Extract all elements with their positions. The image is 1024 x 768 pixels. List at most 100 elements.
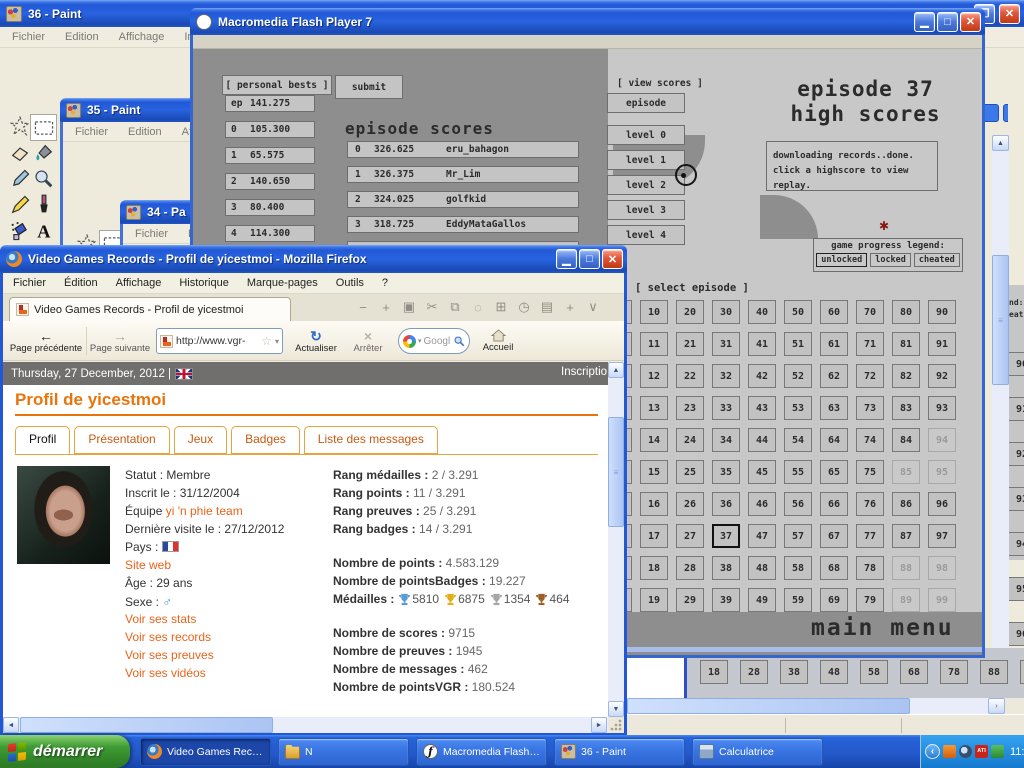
profile-link[interactable]: Voir ses preuves <box>125 648 214 662</box>
episode-cell-60[interactable]: 60 <box>820 300 848 324</box>
resize-grip[interactable] <box>608 717 624 733</box>
profile-link[interactable]: yi 'n phie team <box>166 504 243 518</box>
flash-maximize-button[interactable]: □ <box>937 12 958 32</box>
legend-button-locked[interactable]: locked <box>870 253 911 267</box>
menu-item-outils[interactable]: Outils <box>328 275 372 291</box>
episode-cell-15[interactable]: 15 <box>640 460 668 484</box>
episode-cell-38[interactable]: 38 <box>712 556 740 580</box>
episode-cell-46[interactable]: 46 <box>748 492 776 516</box>
start-button[interactable]: démarrer <box>0 735 130 768</box>
episode-cell-88[interactable]: 88 <box>892 556 920 580</box>
url-text[interactable]: http://www.vgr- <box>176 335 258 347</box>
menu-item-historique[interactable]: Historique <box>171 275 237 291</box>
episode-cell-58[interactable]: 58 <box>784 556 812 580</box>
profile-tab-profil[interactable]: Profil <box>15 426 70 454</box>
toolbar-icon-7[interactable]: ◷ <box>516 299 532 315</box>
episode-cell-64[interactable]: 64 <box>820 428 848 452</box>
episode-cell-12[interactable]: 12 <box>640 364 668 388</box>
profile-link[interactable]: Voir ses records <box>125 630 211 644</box>
personal-best-row[interactable]: 380.400 <box>225 199 315 216</box>
episode-cell-98[interactable]: 98 <box>928 556 956 580</box>
flash-minimize-button[interactable]: ▁ <box>914 12 935 32</box>
episode-cell-20[interactable]: 20 <box>676 300 704 324</box>
bookmark-star-icon[interactable]: ☆ <box>261 334 272 348</box>
episode-cell-32[interactable]: 32 <box>712 364 740 388</box>
episode-score-row[interactable]: 3318.725EddyMataGallos <box>347 216 579 233</box>
airbrush-tool-icon[interactable] <box>9 220 31 242</box>
taskbar-button-flash[interactable]: ƒMacromedia Flash ... <box>416 738 547 766</box>
menu-item-fichier[interactable]: Fichier <box>3 29 54 45</box>
episode-cell-91[interactable]: 91 <box>928 332 956 356</box>
flash-titlebar[interactable]: Macromedia Flash Player 7 ▁ □ ✕ <box>190 8 985 35</box>
toolbar-icon-0[interactable]: − <box>355 300 371 315</box>
episode-cell-25[interactable]: 25 <box>676 460 704 484</box>
episode-cell-70[interactable]: 70 <box>856 300 884 324</box>
episode-cell-40[interactable]: 40 <box>748 300 776 324</box>
search-bar[interactable]: ▾ Googl <box>398 328 470 354</box>
episode-cell-28[interactable]: 28 <box>676 556 704 580</box>
ff-scroll-left-icon[interactable]: ◄ <box>3 717 19 733</box>
episode-cell-79[interactable]: 79 <box>856 588 884 612</box>
episode-cell-48[interactable]: 48 <box>748 556 776 580</box>
ati-tray-icon[interactable]: ATI <box>975 745 988 758</box>
stop-button[interactable]: × Arrêter <box>346 323 390 359</box>
bg-episode-cell-38[interactable]: 38 <box>780 660 808 684</box>
menu-item-fichier[interactable]: Fichier <box>66 124 117 140</box>
java-tray-icon[interactable] <box>943 745 956 758</box>
paint36-close-button[interactable]: ✕ <box>999 4 1020 24</box>
bg-episode-cell-18[interactable]: 18 <box>700 660 728 684</box>
bg-episode-cell-68[interactable]: 68 <box>900 660 928 684</box>
magnifier-tray-icon[interactable] <box>959 745 972 758</box>
firefox-close-button[interactable]: ✕ <box>602 249 623 269</box>
toolbar-icon-4[interactable]: ⧉ <box>447 299 463 315</box>
episode-cell-96[interactable]: 96 <box>928 492 956 516</box>
inscription-link[interactable]: Inscriptio <box>561 366 607 378</box>
profile-tab-jeux[interactable]: Jeux <box>174 426 227 454</box>
toolbar-icon-5[interactable]: ◌ <box>470 300 486 315</box>
episode-cell-33[interactable]: 33 <box>712 396 740 420</box>
episode-cell-35[interactable]: 35 <box>712 460 740 484</box>
episode-cell-82[interactable]: 82 <box>892 364 920 388</box>
search-engine-dropdown-icon[interactable]: ▾ <box>418 337 422 345</box>
fill-tool-icon[interactable] <box>33 142 55 164</box>
personal-best-row[interactable]: 4114.300 <box>225 225 315 242</box>
episode-cell-29[interactable]: 29 <box>676 588 704 612</box>
episode-cell-54[interactable]: 54 <box>784 428 812 452</box>
toolbar-icon-9[interactable]: + <box>562 300 578 315</box>
episode-cell-59[interactable]: 59 <box>784 588 812 612</box>
firefox-titlebar[interactable]: Video Games Records - Profil de yicestmo… <box>0 245 627 273</box>
episode-score-row[interactable]: 0326.625eru_bahagon <box>347 141 579 158</box>
ff-scroll-down-icon[interactable]: ▼ <box>608 701 624 717</box>
toolbar-icon-1[interactable]: + <box>378 300 394 315</box>
home-button[interactable]: Accueil <box>475 323 521 359</box>
firefox-minimize-button[interactable]: ▁ <box>556 249 577 269</box>
personal-best-row[interactable]: 2140.650 <box>225 173 315 190</box>
bg-episode-cell-58[interactable]: 58 <box>860 660 888 684</box>
firefox-maximize-button[interactable]: □ <box>579 249 600 269</box>
bg-scroll-right-icon[interactable]: › <box>988 698 1005 714</box>
view-button-level-1[interactable]: level 1 <box>607 150 685 170</box>
legend-button-cheated[interactable]: cheated <box>914 253 960 267</box>
ff-scroll-up-icon[interactable]: ▲ <box>608 362 624 378</box>
view-button-level-0[interactable]: level 0 <box>607 125 685 145</box>
taskbar-button-paint[interactable]: 36 - Paint <box>554 738 685 766</box>
episode-cell-66[interactable]: 66 <box>820 492 848 516</box>
episode-cell-67[interactable]: 67 <box>820 524 848 548</box>
episode-cell-92[interactable]: 92 <box>928 364 956 388</box>
episode-cell-83[interactable]: 83 <box>892 396 920 420</box>
menu-item-dition[interactable]: Édition <box>56 275 106 291</box>
view-button-level-2[interactable]: level 2 <box>607 175 685 195</box>
episode-cell-16[interactable]: 16 <box>640 492 668 516</box>
menu-item-affichage[interactable]: Affichage <box>108 275 170 291</box>
ff-scroll-right-icon[interactable]: ► <box>591 717 607 733</box>
bg-episode-cell-92[interactable]: 92 <box>1008 442 1024 466</box>
search-text[interactable]: Googl <box>424 336 451 347</box>
episode-cell-27[interactable]: 27 <box>676 524 704 548</box>
magnifier-tool-icon[interactable] <box>33 168 55 190</box>
episode-cell-95[interactable]: 95 <box>928 460 956 484</box>
profile-link[interactable]: Voir ses vidéos <box>125 666 206 680</box>
eraser-tool-icon[interactable] <box>9 142 31 164</box>
episode-cell-89[interactable]: 89 <box>892 588 920 612</box>
episode-cell-31[interactable]: 31 <box>712 332 740 356</box>
ff-vscroll-track[interactable] <box>608 362 624 717</box>
